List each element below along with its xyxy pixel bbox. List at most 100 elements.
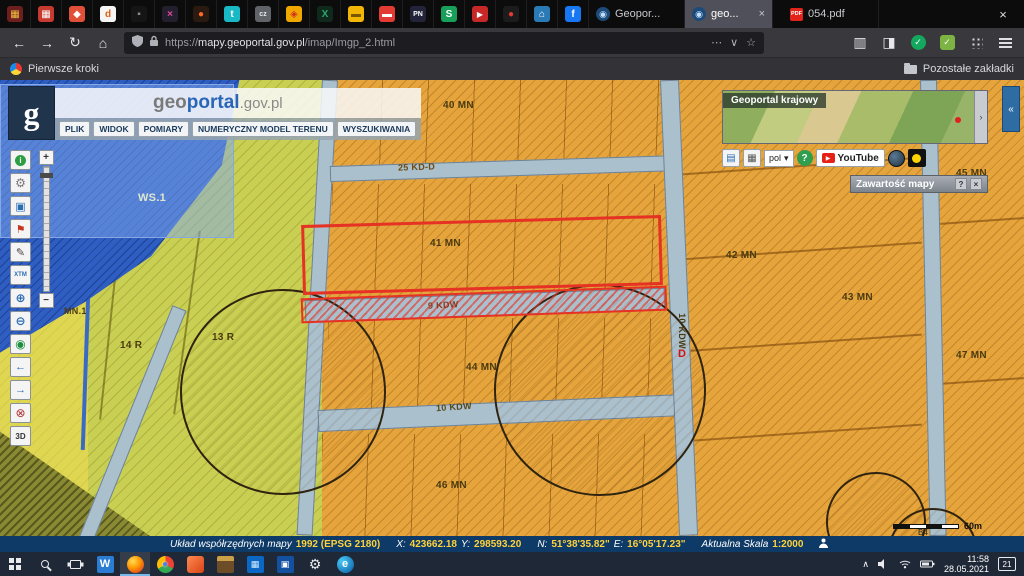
taskbar-app[interactable]: e — [330, 552, 360, 576]
taskbar-app[interactable] — [120, 552, 150, 576]
globe-icon[interactable] — [888, 150, 905, 167]
wifi-icon[interactable] — [899, 559, 911, 569]
adblock-extension-icon[interactable]: ✓ — [905, 31, 931, 55]
menu-item[interactable]: POMIARY — [138, 121, 189, 137]
side-panel-tab[interactable]: « — [1002, 86, 1020, 132]
taskbar-app[interactable]: ▣ — [270, 552, 300, 576]
zoom-in-button[interactable]: + — [39, 150, 54, 165]
map-tool-button[interactable]: → — [10, 380, 31, 400]
youtube-button[interactable]: ▶YouTube — [816, 149, 885, 167]
taskbar-clock[interactable]: 11:5828.05.2021 — [944, 554, 989, 574]
antivirus-extension-icon[interactable]: ✓ — [934, 31, 960, 55]
taskbar-app[interactable]: ▦ — [240, 552, 270, 576]
pinned-tab[interactable]: ● — [496, 0, 527, 28]
pinned-tab[interactable]: PN — [403, 0, 434, 28]
search-button[interactable] — [30, 552, 60, 576]
menu-item[interactable]: PLIK — [59, 121, 90, 137]
forward-button[interactable]: → — [34, 31, 60, 55]
map-tool-button[interactable]: ⊗ — [10, 403, 31, 423]
panel-help-icon[interactable]: ? — [955, 178, 967, 190]
geoportal-logo[interactable]: g — [8, 86, 55, 140]
reload-button[interactable]: ↻ — [62, 31, 88, 55]
map-tool-button[interactable]: i — [10, 150, 31, 170]
tab-active-geoportal[interactable]: ◉ geo... × — [685, 0, 773, 28]
battery-icon[interactable] — [920, 560, 935, 568]
pinned-tab[interactable]: ▬ — [372, 0, 403, 28]
other-bookmarks[interactable]: Pozostałe zakładki — [923, 63, 1014, 75]
map-contents-panel-header[interactable]: Zawartość mapy ? × — [850, 175, 988, 193]
map-tool-button[interactable]: ◉ — [10, 334, 31, 354]
taskbar-app[interactable]: ⚙ — [300, 552, 330, 576]
taskbar-app[interactable]: ● — [150, 552, 180, 576]
hidden-icons-chevron[interactable]: ∧ — [862, 559, 869, 570]
back-button[interactable]: ← — [6, 31, 32, 55]
map-tool-button[interactable]: ⊖ — [10, 311, 31, 331]
map-tool-button[interactable]: ⚑ — [10, 219, 31, 239]
zoom-track[interactable] — [43, 166, 50, 292]
app-icon — [127, 556, 144, 573]
bookmark-first-steps[interactable]: Pierwsze kroki — [28, 63, 99, 75]
pinned-tab[interactable]: ⌂ — [527, 0, 558, 28]
pocket-icon[interactable]: ∨ — [730, 36, 738, 49]
url-bar[interactable]: https://mapy.geoportal.gov.pl/imap/Imgp_… — [124, 32, 764, 54]
pinned-tab[interactable]: ▪ — [124, 0, 155, 28]
map-tool-button[interactable]: ← — [10, 357, 31, 377]
pinned-tab[interactable]: cz — [248, 0, 279, 28]
lock-icon[interactable] — [149, 34, 159, 52]
home-button[interactable]: ⌂ — [90, 31, 116, 55]
taskbar-app[interactable]: W — [90, 552, 120, 576]
pinned-tab[interactable]: ▶ — [465, 0, 496, 28]
taskbar-app[interactable] — [210, 552, 240, 576]
tab-pdf[interactable]: PDF 054.pdf — [783, 0, 879, 28]
map-tool-button[interactable]: ⚙ — [10, 173, 31, 193]
overview-minimap[interactable]: Geoportal krajowy › — [722, 90, 988, 144]
menu-item[interactable]: WYSZUKIWANIA — [337, 121, 417, 137]
menu-item[interactable]: WIDOK — [93, 121, 134, 137]
collapse-overview-button[interactable]: › — [974, 91, 987, 143]
map-tool-button[interactable]: 3D — [10, 426, 31, 446]
pinned-tab[interactable]: d — [93, 0, 124, 28]
pinned-tab[interactable]: ▦ — [31, 0, 62, 28]
pinned-tab[interactable]: ▦ — [0, 0, 31, 28]
bookmark-star-icon[interactable]: ☆ — [746, 36, 756, 49]
volume-icon[interactable] — [878, 559, 890, 569]
extensions-grid-icon[interactable] — [963, 31, 989, 55]
sidebar-icon[interactable]: ◨ — [876, 31, 902, 55]
taskbar-app[interactable] — [180, 552, 210, 576]
contrast-mode-button[interactable] — [908, 149, 926, 167]
system-tray: ∧ 11:5828.05.2021 21 — [862, 554, 1024, 574]
window-close-button[interactable]: × — [982, 0, 1024, 28]
pinned-tab[interactable]: ● — [186, 0, 217, 28]
print-icon[interactable]: ▦ — [743, 149, 761, 167]
pinned-tab[interactable]: ◈ — [279, 0, 310, 28]
menu-item[interactable]: NUMERYCZNY MODEL TERENU — [192, 121, 334, 137]
page-actions-icon[interactable]: ⋯ — [711, 36, 722, 49]
map-canvas[interactable]: 40 MN25 KD-D41 MN42 MN45 MN43 MN47 MN44 … — [0, 80, 1024, 536]
pinned-tab[interactable]: f — [558, 0, 589, 28]
pinned-tab[interactable]: X — [310, 0, 341, 28]
panel-close-icon[interactable]: × — [970, 178, 982, 190]
map-tool-button[interactable]: XTM — [10, 265, 31, 285]
user-icon[interactable] — [819, 538, 828, 551]
menu-hamburger-icon[interactable] — [992, 31, 1018, 55]
pinned-tab[interactable]: ▬ — [341, 0, 372, 28]
map-tool-button[interactable]: ✎ — [10, 242, 31, 262]
tab-geoportal[interactable]: ◉ Geopor... — [589, 0, 685, 28]
pinned-tab[interactable]: t — [217, 0, 248, 28]
pinned-tab[interactable]: × — [155, 0, 186, 28]
notifications-badge[interactable]: 21 — [998, 557, 1016, 571]
start-button[interactable] — [0, 552, 30, 576]
tracking-shield-icon[interactable] — [132, 34, 143, 52]
help-button[interactable]: ? — [797, 150, 813, 166]
pinned-tab[interactable]: S — [434, 0, 465, 28]
language-select[interactable]: pol▾ — [764, 150, 794, 167]
zoom-out-button[interactable]: − — [39, 293, 54, 308]
tab-close-icon[interactable]: × — [759, 8, 765, 20]
legend-icon[interactable]: ▤ — [722, 149, 740, 167]
library-icon[interactable]: ▥ — [847, 31, 873, 55]
pinned-tab[interactable]: ◆ — [62, 0, 93, 28]
map-tool-button[interactable]: ⊕ — [10, 288, 31, 308]
task-view-button[interactable] — [60, 552, 90, 576]
map-tool-button[interactable]: ▣ — [10, 196, 31, 216]
zoom-handle[interactable] — [40, 173, 53, 178]
